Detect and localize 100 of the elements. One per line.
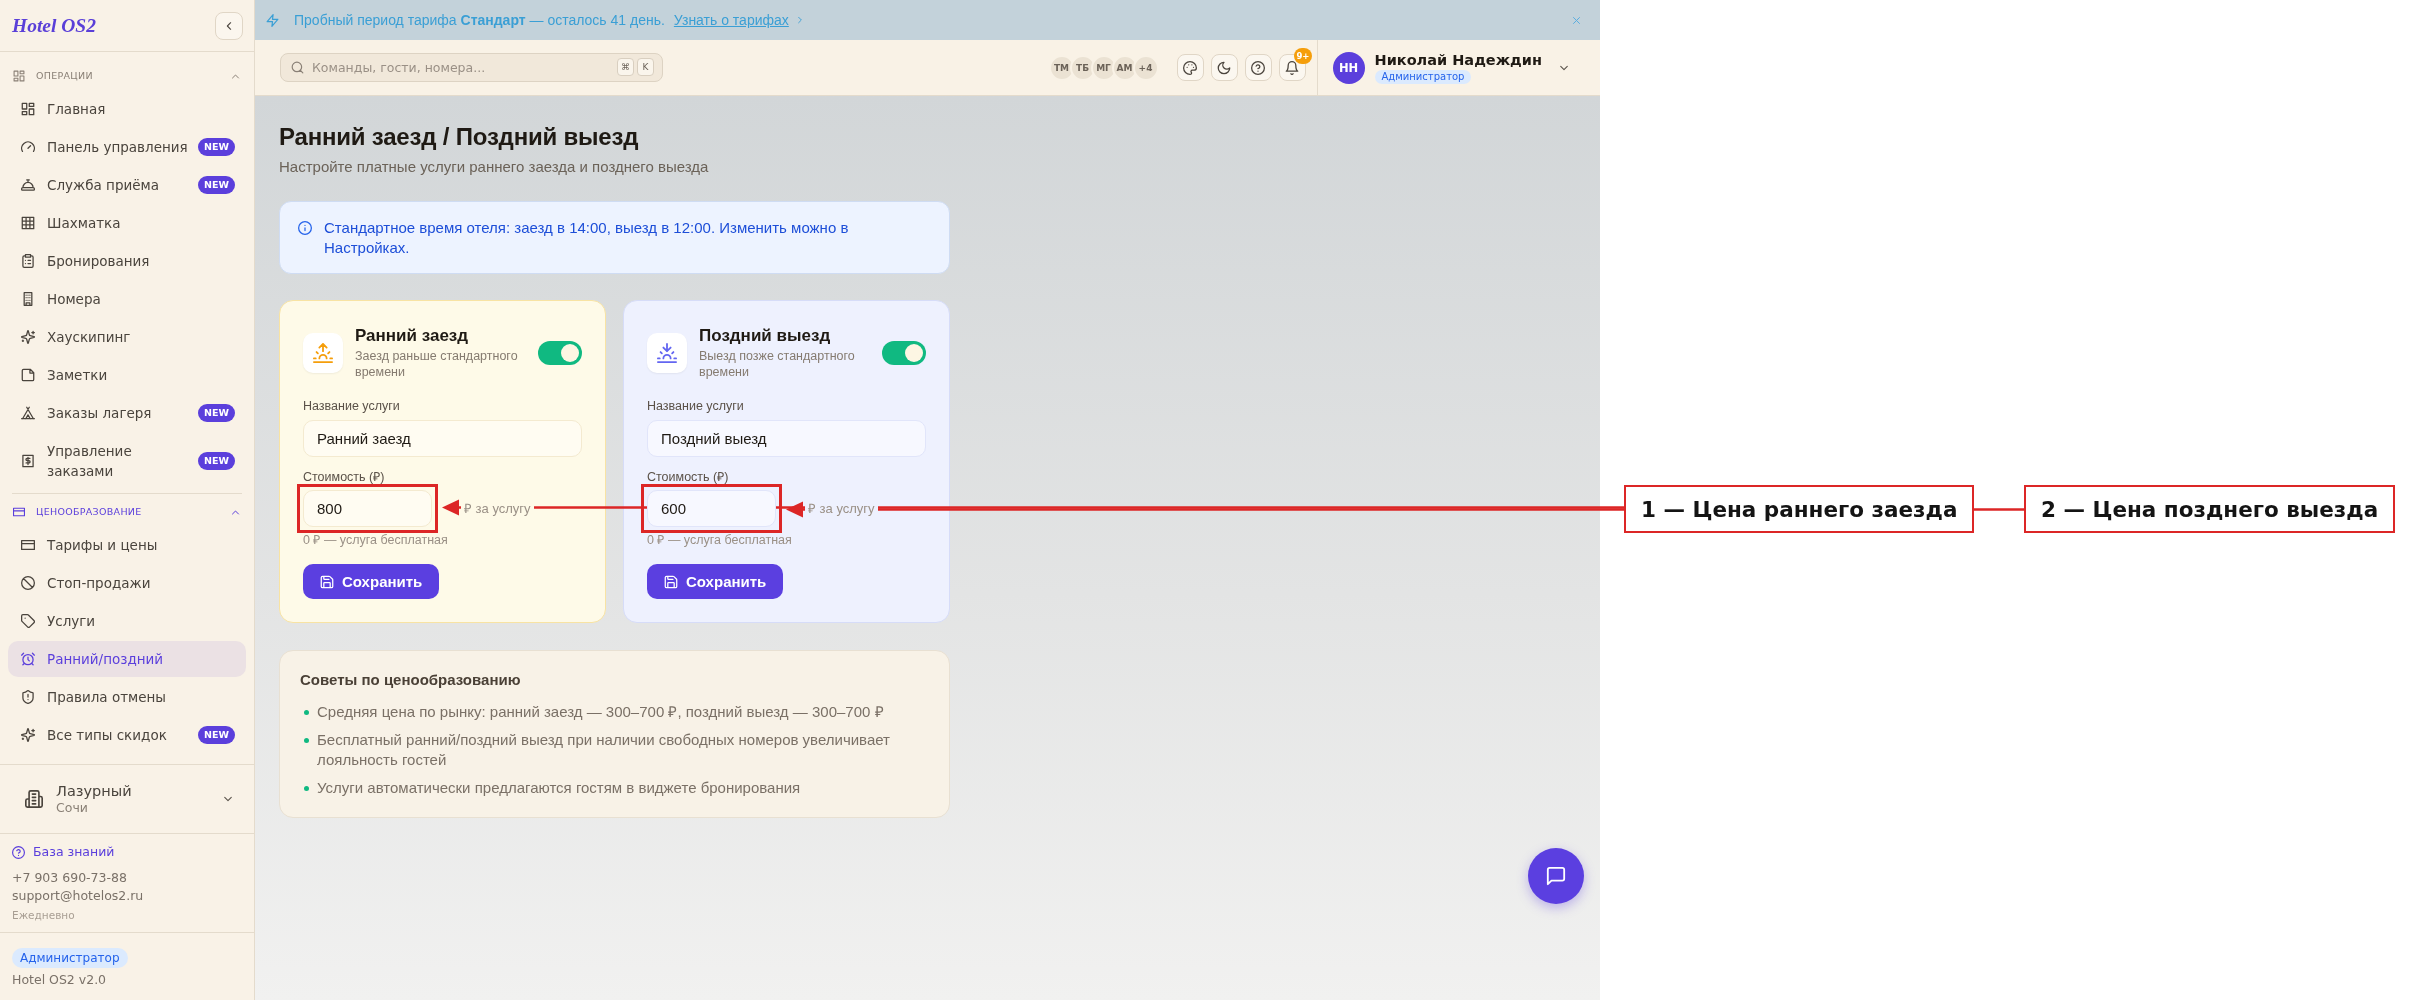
role-badge: Администратор <box>12 948 128 968</box>
page-title: Ранний заезд / Поздний выезд <box>279 122 640 152</box>
new-badge: NEW <box>198 452 235 470</box>
info-text: Стандартное время отеля: заезд в 14:00, выезд в 12:00. Изменить можно в Настройках. <box>324 218 850 258</box>
chat-button[interactable] <box>1528 848 1584 904</box>
help-button[interactable] <box>1244 54 1272 81</box>
section-header[interactable]: ЦЕНООБРАЗОВАНИЕ <box>0 494 254 527</box>
card-description: Выезд позже стандартного времени <box>699 348 856 380</box>
nav-item[interactable]: Все типы скидок NEW <box>8 717 246 753</box>
bullet-icon <box>304 786 309 791</box>
dark-mode-button[interactable] <box>1210 54 1238 81</box>
app-version: Hotel OS2 v2.0 <box>12 972 108 988</box>
nav-item[interactable]: Заметки <box>8 357 246 393</box>
ban-icon <box>21 576 35 590</box>
property-selector[interactable]: Лазурный Сочи <box>0 764 254 833</box>
save-icon <box>664 574 678 589</box>
name-input[interactable]: Ранний заезд <box>303 420 582 457</box>
nav-item[interactable]: Главная <box>8 91 246 127</box>
support-phone: +7 903 690-73-88 <box>12 868 128 887</box>
tip-text: Средняя цена по рынку: ранний заезд — 300–700 ₽, поздний выезд — 300–700 ₽ <box>317 702 884 722</box>
search-icon <box>291 61 304 74</box>
field-label: Название услуги <box>647 398 745 414</box>
support-email: support@hotelos2.ru <box>12 886 145 905</box>
info-icon <box>298 221 312 235</box>
card-title: Поздний выезд <box>699 326 832 346</box>
sparkles-icon <box>21 330 35 344</box>
page-subtitle: Настройте платные услуги раннего заезда и позднего выезда <box>279 157 710 177</box>
sunset-icon <box>647 333 687 373</box>
nav-item[interactable]: Панель управления NEW <box>8 129 246 165</box>
logo[interactable]: Hotel OS2 <box>12 14 96 37</box>
clipboard-icon <box>21 254 35 268</box>
field-hint: 0 ₽ — услуга бесплатная <box>303 532 449 548</box>
save-button[interactable]: Сохранить <box>303 564 440 599</box>
callout-label: 2 — Цена позднего выезда <box>2024 485 2396 533</box>
new-badge: NEW <box>198 138 235 156</box>
nav-item[interactable]: Номера <box>8 281 246 317</box>
tips-title: Советы по ценообразованию <box>300 670 522 690</box>
name-input[interactable]: Поздний выезд <box>647 420 926 457</box>
tag-icon <box>21 614 35 628</box>
nav-item[interactable]: Услуги <box>8 603 246 639</box>
card-title: Ранний заезд <box>355 326 470 346</box>
dashboard-icon <box>21 102 35 116</box>
field-label: Стоимость (₽) <box>647 469 730 485</box>
new-badge: NEW <box>198 726 235 744</box>
sparkles-icon <box>21 728 35 742</box>
user-avatar[interactable]: +4 <box>1132 54 1159 81</box>
nav-item[interactable]: Тарифы и цены <box>8 527 246 563</box>
nav-item[interactable]: Шахматка <box>8 205 246 241</box>
tip-text: Бесплатный ранний/поздний выезд при наличии свободных номеров увеличивает лояльность гостей <box>317 730 891 770</box>
field-hint: 0 ₽ — услуга бесплатная <box>647 532 793 548</box>
notification-count: 9+ <box>1294 48 1312 64</box>
role-badge: Администратор <box>1374 70 1472 84</box>
nav-item[interactable]: Стоп-продажи <box>8 565 246 601</box>
user-avatar[interactable]: НН <box>1332 51 1365 84</box>
shield-icon <box>21 690 35 704</box>
nav-item[interactable]: Заказы лагеря NEW <box>8 395 246 431</box>
credit-card-icon <box>13 506 25 518</box>
toggle-switch[interactable] <box>882 341 926 365</box>
dashboard-icon <box>13 70 25 82</box>
shortcut-key: K <box>637 58 654 76</box>
hotel-building-icon <box>25 790 43 808</box>
nav-item[interactable]: Правила отмены <box>8 679 246 715</box>
help-icon <box>1251 60 1265 75</box>
new-badge: NEW <box>198 176 235 194</box>
nav-item[interactable]: Ранний/поздний <box>8 641 246 677</box>
bullet-icon <box>304 738 309 743</box>
dollar-icon <box>21 454 35 468</box>
bell-icon <box>1285 60 1299 75</box>
credit-card-icon <box>21 538 35 552</box>
bullet-icon <box>304 710 309 715</box>
building-icon <box>21 292 35 306</box>
chat-icon <box>1546 866 1566 886</box>
field-label: Стоимость (₽) <box>303 469 386 485</box>
nav-item[interactable]: Бронирования <box>8 243 246 279</box>
lightning-icon <box>266 13 279 27</box>
note-icon <box>21 368 35 382</box>
new-badge: NEW <box>198 404 235 422</box>
alarm-clock-icon <box>21 652 35 666</box>
save-button[interactable]: Сохранить <box>647 564 784 599</box>
close-icon <box>1571 14 1582 26</box>
field-label: Название услуги <box>303 398 401 414</box>
section-header[interactable]: ОПЕРАЦИИ <box>0 58 254 91</box>
price-input[interactable]: 600 <box>647 490 776 527</box>
nav-item[interactable]: Управление заказами NEW <box>8 433 246 489</box>
tent-icon <box>21 406 35 420</box>
price-input[interactable]: 800 <box>303 490 432 527</box>
tip-text: Услуги автоматически предлагаются гостям в виджете бронирования <box>317 778 801 798</box>
theme-button[interactable] <box>1176 54 1204 81</box>
trial-notice: Пробный период тарифа Стандарт — осталось 41 день. <box>294 12 665 28</box>
sunrise-icon <box>303 333 343 373</box>
card-description: Заезд раньше стандартного времени <box>355 348 519 380</box>
grid-icon <box>21 216 35 230</box>
gauge-icon <box>21 140 35 154</box>
support-hours: Ежедневно <box>12 907 76 923</box>
help-icon <box>12 845 25 859</box>
nav-item[interactable]: Хаускипинг <box>8 319 246 355</box>
moon-icon <box>1217 60 1231 75</box>
knowledge-base-link[interactable]: База знаний <box>12 843 115 861</box>
toggle-switch[interactable] <box>538 341 582 365</box>
nav-item[interactable]: Служба приёма NEW <box>8 167 246 203</box>
